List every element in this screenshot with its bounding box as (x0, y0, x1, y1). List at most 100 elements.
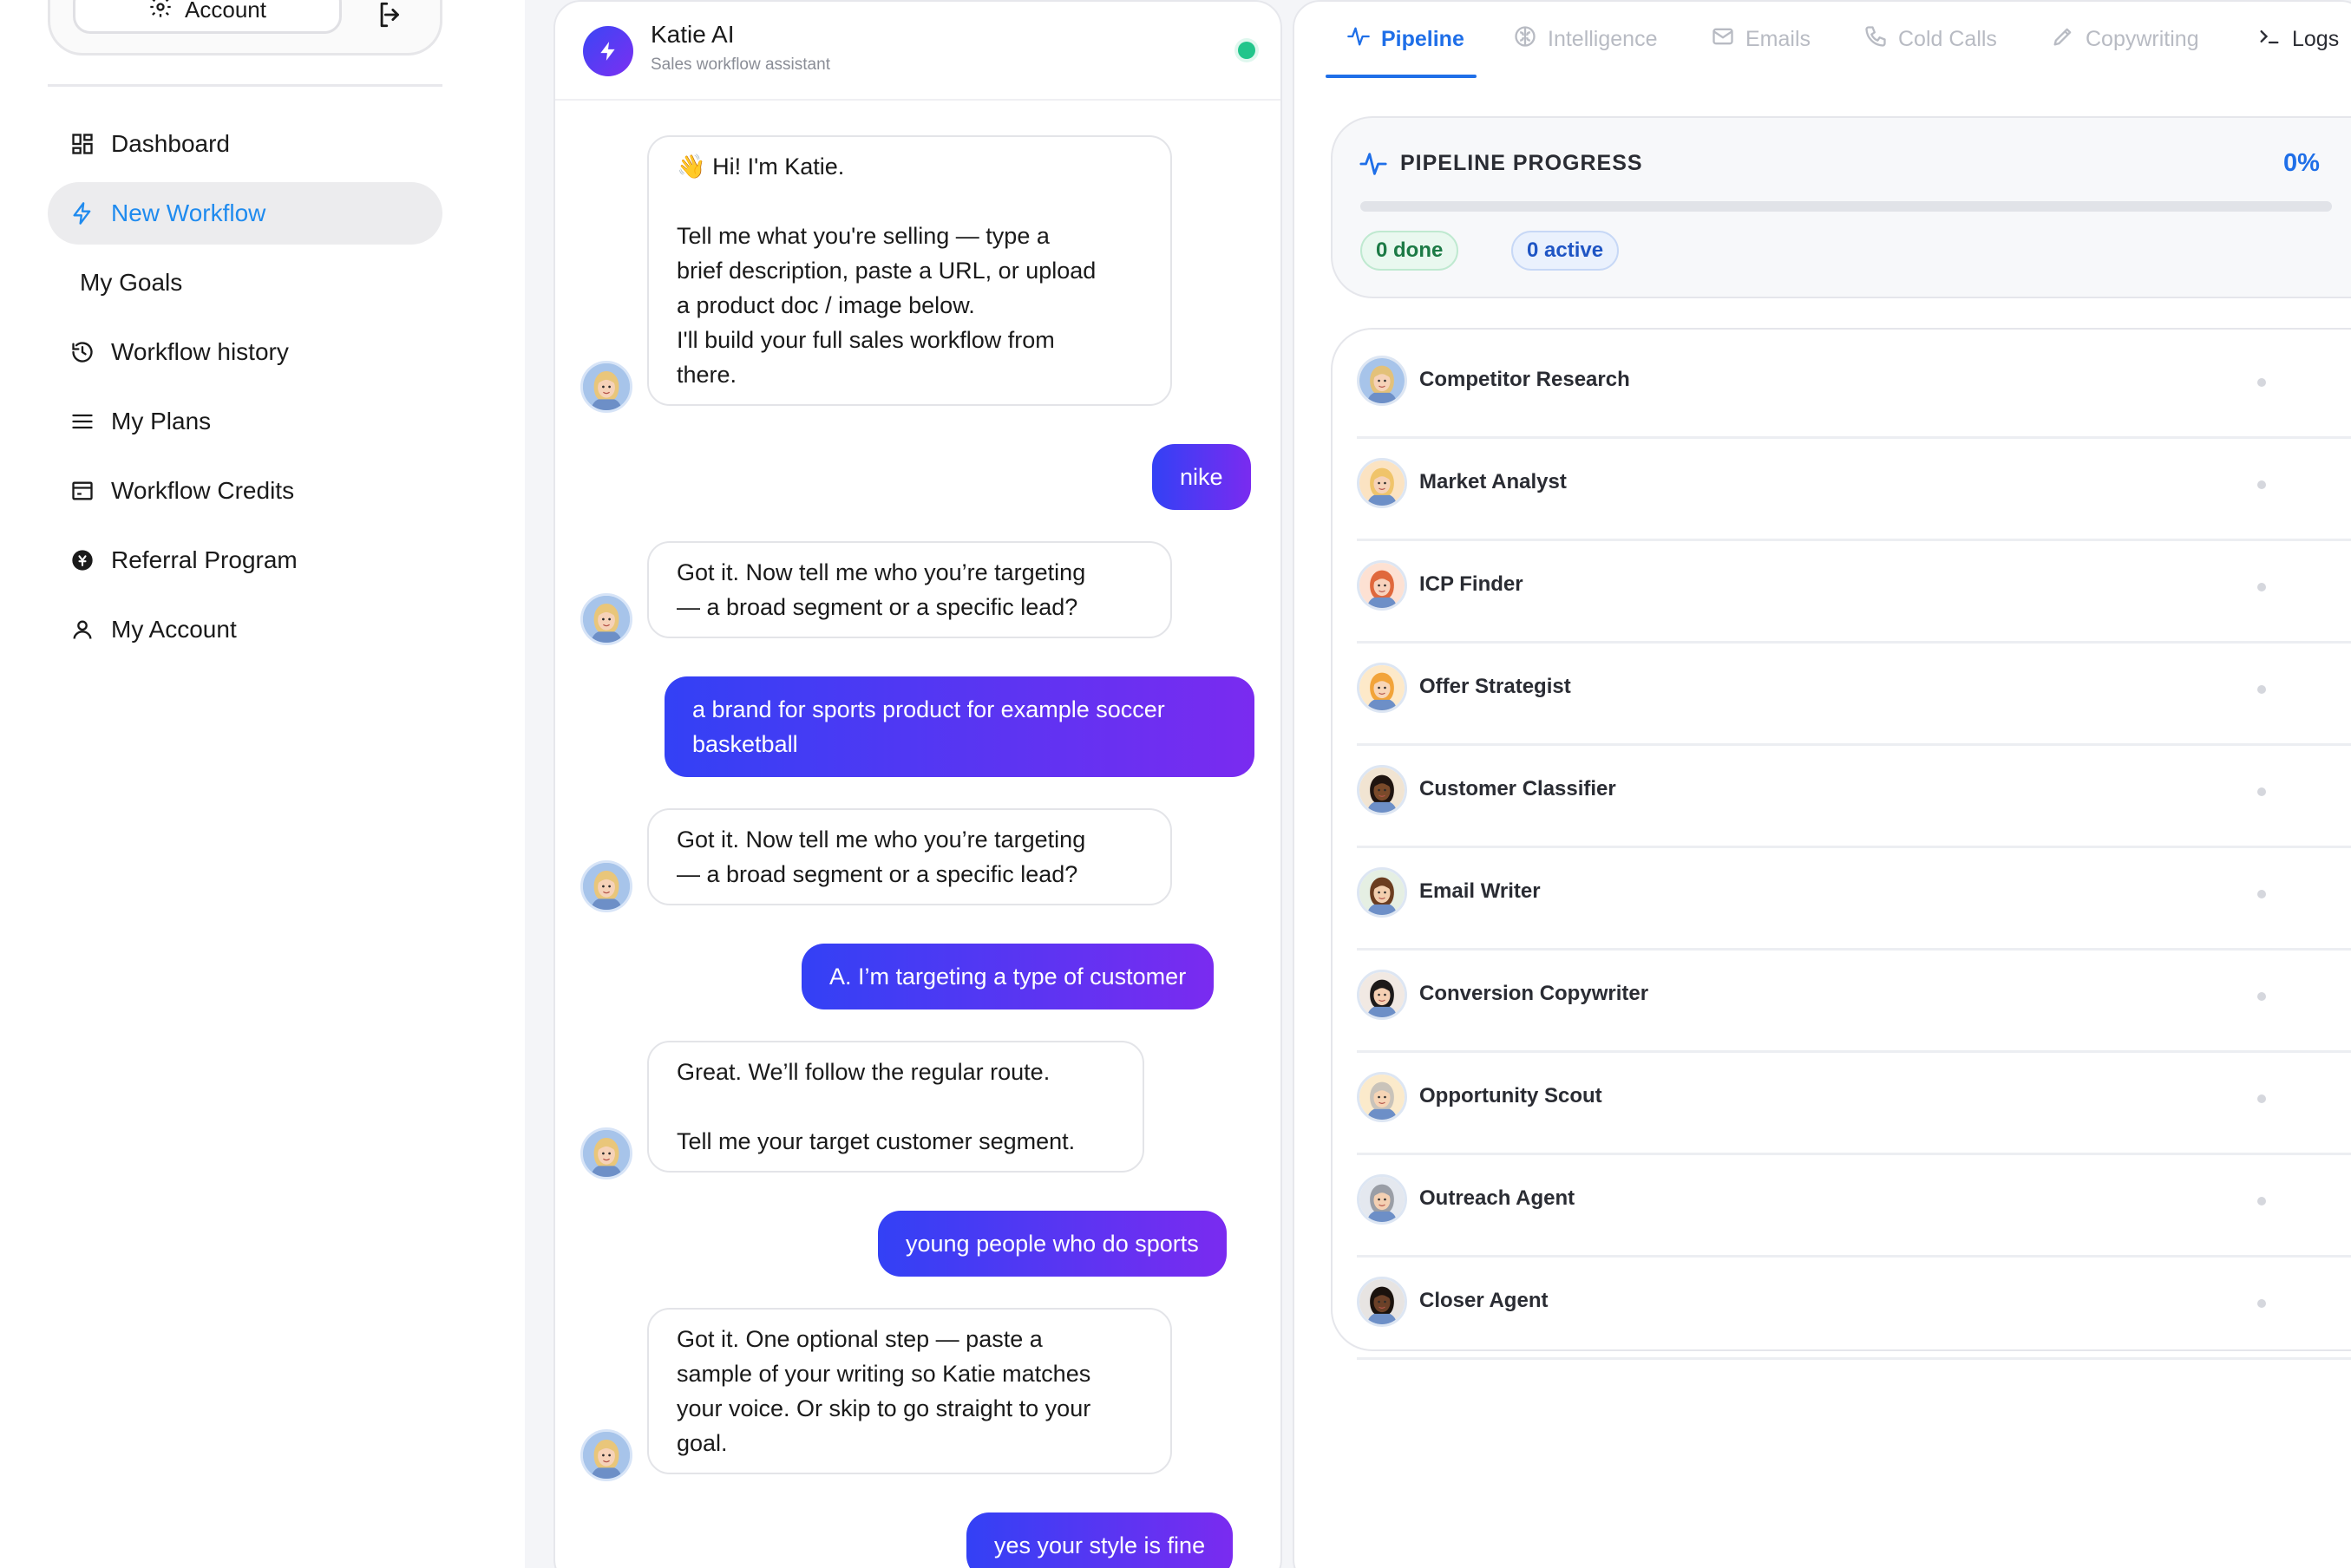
tab-label: Intelligence (1548, 27, 1658, 51)
account-label: Account (185, 0, 266, 23)
dashboard-icon (69, 131, 95, 157)
sidebar-item-label: My Goals (80, 269, 183, 296)
woman-orange-avatar (1357, 663, 1407, 713)
katie-avatar (580, 1127, 632, 1179)
user-icon (69, 617, 95, 643)
history-icon (69, 339, 95, 365)
sidebar-item-label: Referral Program (111, 546, 298, 573)
sidebar-item-label: Workflow history (111, 338, 289, 365)
sidebar-item-my-account[interactable]: My Account (48, 598, 442, 661)
agent-status-dot (2257, 1299, 2266, 1308)
agent-name: Conversion Copywriter (1419, 982, 1649, 1005)
done-count-badge: 0 done (1360, 231, 1459, 271)
pipeline-progress-title: PIPELINE PROGRESS (1400, 151, 1643, 175)
agent-status-dot (2257, 378, 2266, 387)
tab-bar: Pipeline Intelligence Emails Cold Calls … (1294, 2, 2351, 82)
pulse-icon (1359, 149, 1388, 179)
sidebar-item-label: New Workflow (111, 199, 266, 226)
user-message: a brand for sports product for example s… (665, 676, 1254, 777)
agent-status-dot (2257, 685, 2266, 694)
sidebar-item-workflow-credits[interactable]: Workflow Credits (48, 460, 442, 522)
agent-status-dot (2257, 890, 2266, 898)
mail-icon (1711, 24, 1735, 55)
agent-row[interactable]: Market Analyst (1357, 439, 2351, 541)
bolt-icon (583, 26, 633, 76)
terminal-icon (2257, 24, 2282, 55)
active-count-badge: 0 active (1511, 231, 1620, 271)
agent-row[interactable]: Customer Classifier (1357, 746, 2351, 848)
pen-icon (2051, 24, 2075, 55)
bolt-icon (69, 200, 95, 226)
phone-icon (1863, 24, 1888, 55)
user-message: yes your style is fine (966, 1512, 1234, 1568)
coin-icon (69, 547, 95, 573)
sidebar-item-workflow-history[interactable]: Workflow history (48, 321, 442, 383)
account-button[interactable]: Account (73, 0, 342, 34)
pipeline-progress-bar (1360, 201, 2332, 212)
gear-icon (148, 0, 173, 25)
online-status-dot (1238, 42, 1255, 59)
bot-message: Got it. Now tell me who you’re targeting… (647, 541, 1172, 638)
katie-avatar (580, 593, 632, 645)
man-grey-avatar (1357, 1174, 1407, 1225)
tab-logs[interactable]: Logs (2257, 24, 2339, 55)
bot-message: 👋 Hi! I'm Katie. Tell me what you're sel… (647, 135, 1172, 406)
bot-message: Great. We’ll follow the regular route. T… (647, 1041, 1144, 1173)
man-brown-avatar (1357, 867, 1407, 918)
man-dark-suit-avatar (1357, 1277, 1407, 1327)
agent-row[interactable]: Opportunity Scout (1357, 1053, 2351, 1155)
bot-message: Got it. Now tell me who you’re targeting… (647, 808, 1172, 905)
sidebar-nav: Dashboard New Workflow My Goals Workflow… (48, 113, 442, 668)
logout-icon[interactable] (373, 0, 408, 32)
agent-row[interactable]: Competitor Research (1357, 336, 2351, 439)
sidebar-divider (48, 84, 442, 87)
man-glasses-avatar (1357, 1072, 1407, 1122)
chat-title: Katie AI (651, 21, 735, 48)
sidebar-item-label: My Account (111, 616, 237, 643)
agent-status-dot (2257, 1094, 2266, 1103)
sidebar-item-referral-program[interactable]: Referral Program (48, 529, 442, 591)
tab-label: Copywriting (2086, 27, 2199, 51)
pipeline-progress-card: PIPELINE PROGRESS 0% 0 done 0 active (1331, 116, 2351, 298)
tab-label: Pipeline (1381, 27, 1464, 51)
brain-icon (1513, 24, 1537, 55)
tab-cold-calls[interactable]: Cold Calls (1863, 24, 1997, 55)
sidebar-item-my-goals[interactable]: My Goals (48, 252, 442, 314)
sidebar-item-label: My Plans (111, 408, 212, 434)
agent-status-dot (2257, 480, 2266, 489)
user-message: nike (1152, 444, 1251, 510)
sidebar-item-label: Dashboard (111, 130, 230, 157)
credits-icon (69, 478, 95, 504)
tab-label: Cold Calls (1898, 27, 1997, 51)
tab-pipeline[interactable]: Pipeline (1346, 24, 1464, 55)
agent-name: ICP Finder (1419, 572, 1523, 596)
woman-redhead-avatar (1357, 560, 1407, 611)
woman-blonde-avatar (1357, 356, 1407, 406)
tab-emails[interactable]: Emails (1711, 24, 1811, 55)
tab-intelligence[interactable]: Intelligence (1513, 24, 1657, 55)
pipeline-progress-percent: 0% (2283, 149, 2320, 177)
agent-row[interactable]: ICP Finder (1357, 541, 2351, 644)
agent-row[interactable]: Offer Strategist (1357, 644, 2351, 746)
tab-copywriting[interactable]: Copywriting (2051, 24, 2199, 55)
tab-label: Logs (2292, 27, 2340, 51)
tab-label: Emails (1745, 27, 1811, 51)
sidebar-item-dashboard[interactable]: Dashboard (48, 113, 442, 175)
agent-list: Competitor Research Market Analyst ICP Fin… (1331, 328, 2351, 1360)
agent-status-dot (2257, 787, 2266, 796)
sidebar-item-label: Workflow Credits (111, 477, 295, 504)
katie-avatar (580, 860, 632, 912)
agent-name: Opportunity Scout (1419, 1084, 1602, 1107)
agent-row[interactable]: Closer Agent (1357, 1258, 2351, 1360)
sidebar-item-new-workflow[interactable]: New Workflow (48, 182, 442, 245)
agent-row[interactable]: Email Writer (1357, 848, 2351, 951)
agent-status-dot (2257, 992, 2266, 1001)
sidebar-item-my-plans[interactable]: My Plans (48, 390, 442, 453)
agent-name: Closer Agent (1419, 1289, 1549, 1312)
agent-name: Competitor Research (1419, 368, 1630, 391)
agent-row[interactable]: Outreach Agent (1357, 1155, 2351, 1258)
agent-row[interactable]: Conversion Copywriter (1357, 951, 2351, 1053)
user-message: A. I’m targeting a type of customer (802, 944, 1215, 1009)
agent-name: Customer Classifier (1419, 777, 1616, 800)
agent-name: Offer Strategist (1419, 675, 1571, 698)
